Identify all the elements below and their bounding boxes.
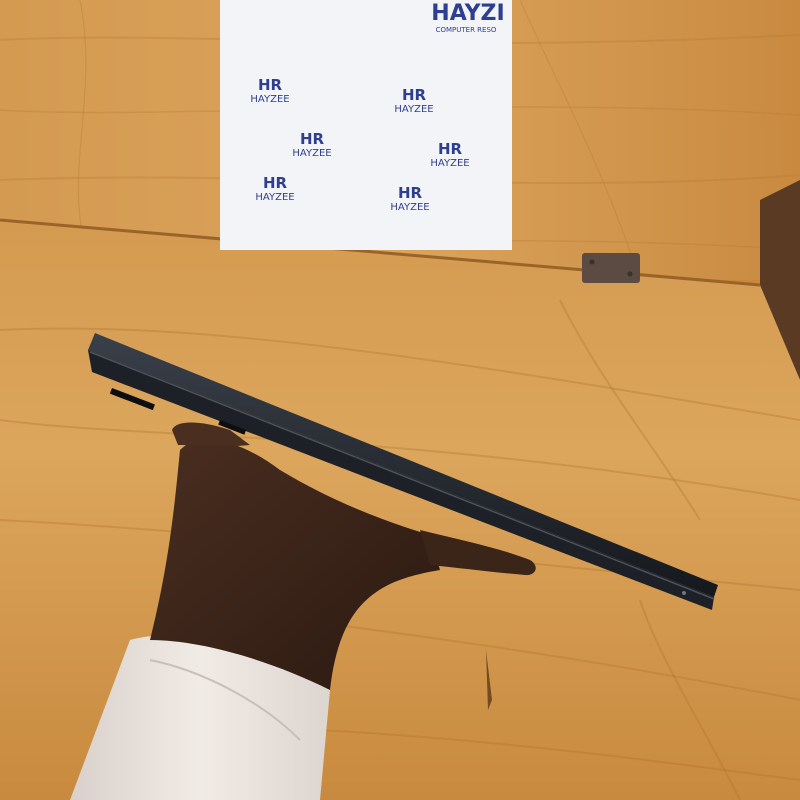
store-sign: HAYZI COMPUTER RESO HR HAYZEE HR HAYZEE … [220,0,512,250]
logo-word: HAYZEE [430,158,469,169]
logo-word: HAYZEE [250,94,289,105]
logo-mark-icon: HR [398,184,423,202]
scene-svg: HAYZI COMPUTER RESO HR HAYZEE HR HAYZEE … [0,0,800,800]
brand-text: HAYZI [431,1,504,26]
logo-word: HAYZEE [292,148,331,159]
sign-board [220,0,512,250]
logo-mark-icon: HR [402,86,427,104]
photo-scene: HAYZI COMPUTER RESO HR HAYZEE HR HAYZEE … [0,0,800,800]
metal-hinge [582,253,640,283]
power-led-icon [682,591,686,595]
tagline-text: COMPUTER RESO [436,26,497,34]
logo-mark-icon: HR [300,130,325,148]
logo-mark-icon: HR [258,76,283,94]
hinge-screw [589,259,595,265]
logo-word: HAYZEE [394,104,433,115]
hinge-screw [627,271,633,277]
logo-mark-icon: HR [263,174,288,192]
logo-word: HAYZEE [255,192,294,203]
logo-mark-icon: HR [438,140,463,158]
logo-word: HAYZEE [390,202,429,213]
